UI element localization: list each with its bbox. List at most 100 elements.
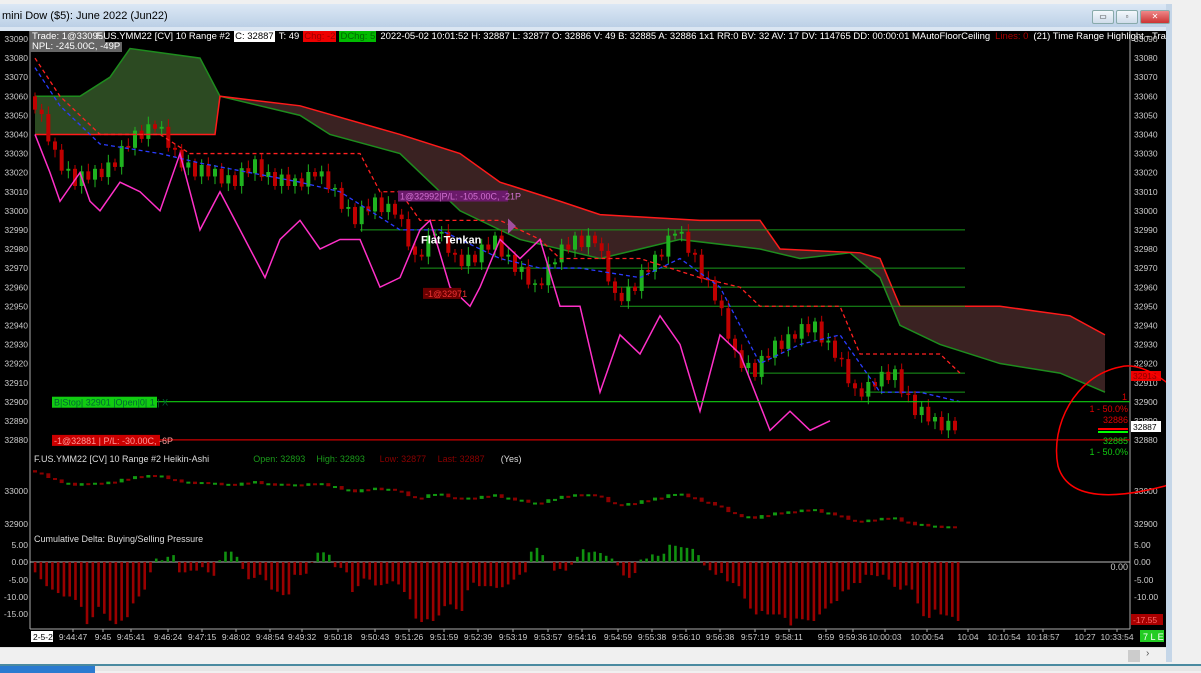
delta-bar	[166, 556, 170, 562]
ha-candle	[706, 501, 711, 504]
delta-bar	[287, 562, 291, 595]
ha-last-label: Last: 32887	[438, 454, 485, 464]
candle-body	[666, 235, 671, 257]
info-bar: F.US.YMM22 [CV] 10 Range #2 C: 32887 T: …	[95, 31, 1166, 42]
ha-candle	[579, 494, 584, 497]
ha-candle	[493, 494, 497, 497]
delta-bar	[587, 552, 591, 562]
candle-body	[953, 420, 957, 431]
cloud-segment	[465, 157, 470, 216]
cloud-segment	[640, 216, 645, 249]
candle-body	[233, 175, 237, 186]
candle-body	[86, 171, 91, 180]
ha-candle	[906, 521, 911, 524]
right-price-tick: 33080	[1134, 53, 1158, 63]
ha-candle	[433, 493, 437, 496]
ha-candle	[353, 489, 357, 493]
delta-zero-label: 0.00	[1110, 562, 1128, 572]
left-price-tick: 32950	[4, 301, 28, 311]
candle-body	[573, 235, 577, 250]
candle-body	[213, 168, 217, 177]
scroll-right-icon[interactable]: ›	[1146, 648, 1149, 659]
ha-candle	[873, 519, 877, 522]
chart-canvas[interactable]: B|Stop| 32901 |Open|0| 1 | X -1@32881 | P…	[0, 31, 1166, 647]
delta-bar	[645, 558, 648, 562]
candle-body	[606, 250, 611, 282]
ha-candle	[506, 497, 511, 500]
candle-body	[879, 371, 884, 387]
candle-body	[253, 159, 257, 174]
ha-candle	[546, 499, 551, 503]
ticks-label: T: 49	[278, 31, 300, 42]
candle-body	[99, 168, 104, 178]
delta-bar	[806, 562, 810, 621]
candle-body	[753, 362, 757, 377]
candle-body	[586, 235, 591, 248]
ha-candle	[926, 523, 931, 527]
cloud-segment	[935, 306, 940, 345]
ha-candle	[93, 482, 97, 485]
close-button[interactable]: ✕	[1140, 10, 1170, 24]
ha-candle	[839, 515, 844, 518]
candle-body	[886, 371, 891, 381]
candle-body	[193, 162, 197, 177]
candle-body	[186, 162, 191, 168]
ha-candle	[266, 483, 271, 486]
candle-body	[386, 203, 391, 213]
minimize-button[interactable]: ▭	[1092, 10, 1114, 24]
delta-pane-title: Cumulative Delta: Buying/Selling Pressur…	[34, 534, 203, 544]
ha-candle	[919, 523, 924, 526]
cloud-segment	[340, 117, 345, 139]
ha-candle	[319, 483, 324, 486]
ha-candle	[306, 483, 311, 486]
ha-candle	[519, 499, 524, 502]
ha-candle	[486, 495, 491, 498]
cloud-segment	[390, 131, 395, 153]
delta-bar	[852, 562, 856, 584]
ha-candle	[73, 482, 77, 486]
taskbar-item[interactable]	[0, 666, 95, 673]
delta-bar	[137, 562, 141, 597]
ha-candle	[246, 482, 251, 485]
delta-bar	[697, 555, 700, 562]
cloud-segment	[555, 199, 560, 249]
delta-bar	[362, 562, 366, 579]
ha-candle	[186, 481, 191, 484]
candle-body	[93, 168, 97, 180]
restore-button[interactable]: ▫	[1116, 10, 1138, 24]
candle-body	[859, 388, 864, 397]
cloud-segment	[700, 220, 705, 243]
candle-body	[566, 244, 571, 250]
cloud-segment	[1045, 312, 1050, 372]
cloud-segment	[95, 83, 100, 135]
candle-body	[793, 334, 797, 339]
ha-candle	[766, 515, 771, 518]
ha-high-label: High: 32893	[316, 454, 365, 464]
candle-body	[633, 286, 637, 291]
candle-body	[473, 254, 477, 263]
ha-candle	[693, 497, 697, 500]
delta-bar	[933, 562, 937, 610]
candle-body	[126, 145, 131, 148]
ha-candle	[819, 509, 824, 513]
ha-flag-label: (Yes)	[501, 454, 522, 464]
cloud-segment	[950, 306, 955, 350]
chart-area[interactable]: B|Stop| 32901 |Open|0| 1 | X -1@32881 | P…	[0, 31, 1166, 647]
delta-bar	[379, 562, 383, 586]
delta-bar	[766, 562, 770, 615]
ha-candle	[559, 495, 564, 499]
scroll-thumb[interactable]	[1128, 650, 1140, 662]
candle-body	[313, 171, 317, 177]
dom-sell-price: 32886	[1103, 415, 1128, 425]
delta-bar	[108, 562, 112, 621]
candle-body	[153, 124, 157, 129]
delta-bar	[97, 562, 100, 607]
candle-body	[319, 171, 324, 177]
cloud-segment	[440, 147, 445, 197]
cloud-segment	[1015, 308, 1020, 367]
horizontal-scrollbar[interactable]: ›	[0, 647, 1166, 663]
ha-candle	[846, 515, 851, 520]
cloud-segment	[1100, 332, 1105, 393]
ha-candle	[473, 497, 477, 500]
delta-bar	[264, 562, 268, 581]
